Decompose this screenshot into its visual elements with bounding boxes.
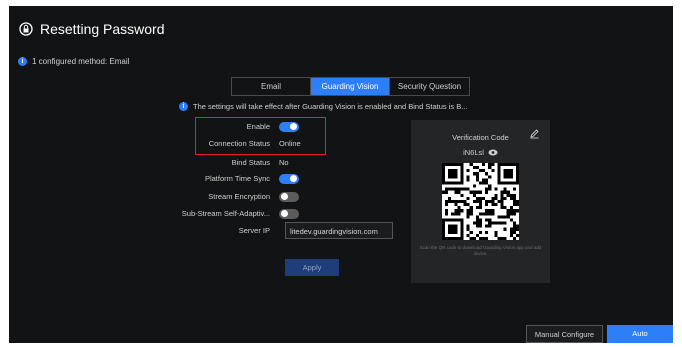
qr-caption: Scan the QR code to download Guarding Vi… [419,245,542,256]
apply-button[interactable]: Apply [285,259,339,276]
configured-method-text: 1 configured method: Email [32,57,130,66]
tab-email[interactable]: Email [232,78,311,95]
verification-panel: Verification Code iN6Lsl Scan the QR cod… [411,120,550,283]
tab-guarding-vision[interactable]: Guarding Vision [311,78,390,95]
server-ip-row: Server IP [129,224,279,237]
connection-status-label: Connection Status [208,139,270,148]
settings-notice: i The settings will take effect after Gu… [179,102,467,111]
toggle-knob [281,193,288,200]
auto-button[interactable]: Auto [607,325,673,343]
bind-status-value: No [279,158,289,167]
platform-time-sync-toggle[interactable] [279,173,299,184]
manual-configure-button[interactable]: Manual Configure [526,325,603,343]
stream-encryption-toggle[interactable] [279,191,299,202]
reset-icon [19,22,33,36]
enable-label: Enable [246,122,270,131]
sub-stream-toggle[interactable] [279,208,299,219]
stream-encryption-row: Stream Encryption [129,190,299,203]
connection-status-row: Connection Status Online [129,137,301,150]
qr-code [442,163,519,240]
platform-time-sync-row: Platform Time Sync [129,172,299,185]
notice-text: The settings will take effect after Guar… [193,102,468,111]
bind-status-label: Bind Status [231,158,270,167]
toggle-knob [290,123,297,130]
enable-toggle[interactable] [279,121,299,132]
reset-password-window: Resetting Password i 1 configured method… [9,6,673,343]
stream-encryption-label: Stream Encryption [208,192,270,201]
verification-code: iN6Lsl [463,148,484,157]
tab-security-question[interactable]: Security Question [390,78,469,95]
toggle-knob [281,210,288,217]
platform-time-sync-label: Platform Time Sync [204,174,270,183]
sub-stream-label: Sub-Stream Self-Adaptiv... [181,209,270,218]
toggle-knob [290,175,297,182]
server-ip-label: Server IP [238,226,270,235]
method-tabs: Email Guarding Vision Security Question [231,77,470,96]
verification-code-row: iN6Lsl [411,148,550,157]
enable-row: Enable [129,120,299,133]
edit-icon[interactable] [529,128,540,139]
eye-icon[interactable] [488,149,498,156]
connection-status-value: Online [279,139,301,148]
configured-method-info: i 1 configured method: Email [18,57,129,66]
sub-stream-row: Sub-Stream Self-Adaptiv... [129,207,299,220]
server-ip-input[interactable]: litedev.guardingvision.com [285,222,393,239]
info-icon: i [18,57,27,66]
footer-buttons: Manual Configure Auto [526,325,673,343]
bind-status-row: Bind Status No [129,156,289,169]
info-icon: i [179,102,188,111]
window-title: Resetting Password [19,21,165,37]
title-text: Resetting Password [40,21,165,37]
